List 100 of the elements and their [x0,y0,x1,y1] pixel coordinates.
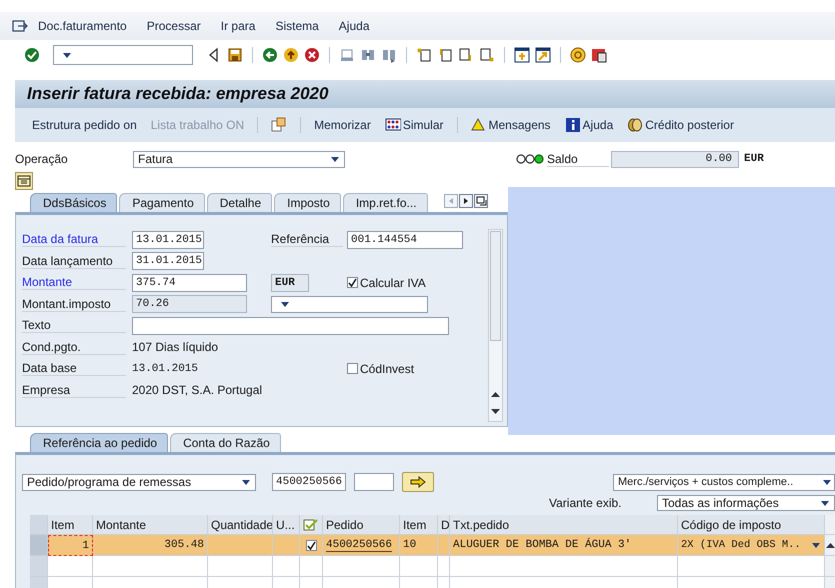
caret-icon [822,478,832,486]
next-page-icon[interactable] [458,47,474,63]
back-icon[interactable] [262,47,278,63]
field-label: Data base [22,361,126,376]
table-cell [438,535,450,556]
field-value: 2020 DST, S.A. Portugal [132,383,264,398]
toolbar-button[interactable]: Simular [380,117,448,133]
scrollbar[interactable] [488,229,503,422]
tab[interactable]: DdsBásicos [30,193,118,212]
print-icon[interactable] [339,47,355,63]
table-cell[interactable]: 1 [48,535,93,556]
tab[interactable]: Referência ao pedido [30,433,168,452]
caret-icon [280,300,290,308]
field-label: Cond.pgto. [22,340,126,355]
tab[interactable]: Pagamento [119,193,205,212]
field-value: 13.01.2015 [132,362,200,375]
screen-title: Inserir fatura recebida: empresa 2020 [15,80,835,108]
menu-item[interactable]: Doc.faturamento [38,19,127,33]
input-field[interactable]: 31.01.2015 [132,252,204,270]
field-label: Operação [15,152,69,166]
table-cell [400,556,438,577]
table-cell: ALUGUER DE BOMBA DE ÁGUA 3' [450,535,678,556]
find-next-icon[interactable] [381,47,397,63]
menu-item[interactable]: Ajuda [338,19,370,33]
checkbox[interactable] [347,363,358,374]
toolbar-button[interactable]: Crédito posterior [622,117,739,133]
currency-field: EUR [271,274,309,292]
currency-text: EUR [744,153,764,165]
tab[interactable]: Conta do Razão [170,433,281,452]
balance-field: 0.00 [611,150,739,168]
operation-dropdown[interactable]: Fatura [133,150,345,168]
help-icon[interactable] [570,47,586,63]
checkbox[interactable] [306,540,316,550]
toolbar-button[interactable]: Memorizar [309,118,376,132]
header-toggle-button[interactable] [15,172,33,190]
enter-icon[interactable] [24,47,40,63]
toolbar-button[interactable]: Mensagens [466,117,556,133]
table-cell [208,535,273,556]
tab-list-icon[interactable] [474,194,488,208]
caret-icon [62,52,72,58]
shortcut-icon[interactable] [535,47,551,63]
scrollbar[interactable] [825,535,835,556]
checklist-icon [303,518,319,532]
execute-button[interactable] [402,472,434,492]
readonly-field: 70.26 [132,295,247,314]
table-cell: 305.48 [93,535,208,556]
field-label: Variante exib. [549,496,622,510]
first-page-icon[interactable] [416,47,432,63]
cancel-icon[interactable] [304,47,320,63]
scroll-up-icon[interactable] [826,542,834,548]
new-session-icon[interactable] [514,47,530,63]
coins-icon [627,117,644,133]
toolbar-button[interactable]: Ajuda [560,117,618,133]
find-icon[interactable] [360,47,376,63]
field-label: Data da fatura [22,232,126,248]
exit-icon[interactable] [283,47,299,63]
last-page-icon[interactable] [479,47,495,63]
copy-icon [271,117,288,133]
variant-dropdown[interactable]: Todas as informações [657,495,835,511]
caret-icon [820,500,830,506]
toolbar-button[interactable]: Estrutura pedido on [27,118,142,132]
menu-item[interactable]: Sistema [275,19,319,33]
checkbox-label: Calcular IVA [360,276,426,290]
menu-item[interactable]: Ir para [220,19,256,33]
checkbox[interactable] [347,277,358,288]
scroll-up-icon[interactable] [491,391,500,397]
table-cell [438,556,450,577]
check-icon [348,278,357,288]
save-icon[interactable] [227,47,243,63]
caret-icon [330,156,340,162]
input-field[interactable]: 375.74 [132,274,247,292]
input-field[interactable] [132,316,449,335]
scroll-down-icon[interactable] [491,409,500,415]
table-cell [48,556,93,577]
layout-icon[interactable] [591,47,607,63]
menu-item[interactable]: Processar [146,19,201,33]
scroll-right-icon[interactable] [458,194,472,208]
tab[interactable]: Imp.ret.fo... [342,193,428,212]
field-label: Data lançamento [22,254,126,269]
tab[interactable]: Detalhe [206,193,272,212]
table-cell: 10 [400,535,438,556]
scope-dropdown[interactable]: Merc./serviços + custos compleme.. [613,474,835,490]
field-label: Empresa [22,382,126,398]
scrollbar[interactable] [825,556,835,577]
input-field[interactable]: 4500250566 [272,473,346,491]
document-type-dropdown[interactable]: Pedido/programa de remessas [22,474,256,490]
command-field[interactable] [53,45,193,65]
previous-page-icon[interactable] [437,47,453,63]
simulate-icon [384,117,401,133]
window-menu-icon[interactable] [12,19,28,33]
input-field[interactable]: 001.144554 [347,230,463,249]
field-label: Saldo [547,152,609,166]
field-label: Montant.imposto [22,296,126,312]
input-field[interactable] [354,473,394,491]
scrollbar[interactable] [825,515,835,535]
tab[interactable]: Imposto [274,193,341,212]
checkbox-label: CódInvest [360,362,414,376]
input-field[interactable]: 13.01.2015 [132,230,204,249]
tax-dropdown[interactable] [271,296,428,313]
table-cell [208,556,273,577]
